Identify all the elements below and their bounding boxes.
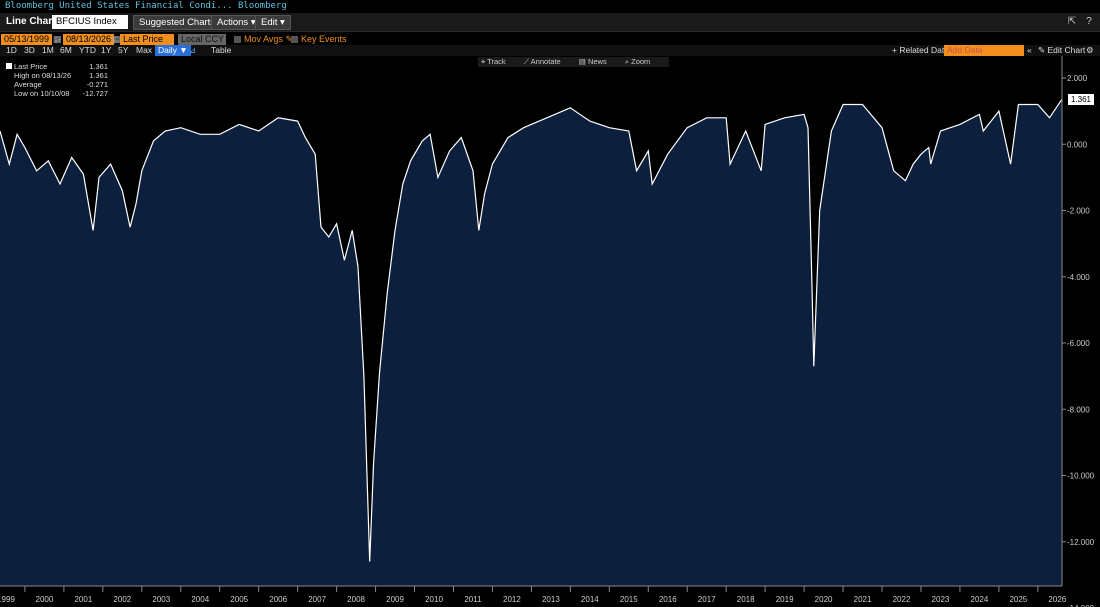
x-tick-label: 2005 xyxy=(230,595,248,604)
y-tick-label: -8.000 xyxy=(1067,405,1090,414)
x-tick-label: 2014 xyxy=(581,595,599,604)
period-1m[interactable]: 1M xyxy=(42,45,54,56)
window-title: Bloomberg United States Financial Condi.… xyxy=(5,1,287,11)
help-icon[interactable]: ? xyxy=(1083,16,1095,28)
legend-high: High on 08/13/26 1.361 xyxy=(14,71,108,80)
legend-last-price: Last Price 1.361 xyxy=(6,62,108,71)
x-tick-label: 2025 xyxy=(1009,595,1027,604)
x-tick-label: 2013 xyxy=(542,595,560,604)
annotate-tool[interactable]: ⟋ Annotate xyxy=(524,57,569,66)
y-tick-label: -10.000 xyxy=(1067,472,1095,481)
series-swatch xyxy=(6,63,12,69)
x-tick-label: 2024 xyxy=(971,595,989,604)
date-separator: - xyxy=(58,34,61,44)
x-tick-label: 2021 xyxy=(854,595,872,604)
end-date-field[interactable]: 08/13/2026 xyxy=(63,34,115,45)
x-tick-label: 2016 xyxy=(659,595,677,604)
x-tick-label: 2002 xyxy=(113,595,131,604)
x-tick-label: 2018 xyxy=(737,595,755,604)
x-tick-label: 1999 xyxy=(0,595,15,604)
legend-average: Average -0.271 xyxy=(14,80,108,89)
chart-area[interactable]: 2.000 0.000 -2.000 -4.000 -6.000 -8.000 -10.00… xyxy=(0,56,1100,607)
collapse-icon[interactable]: « xyxy=(1027,45,1032,56)
x-tick-label: 2012 xyxy=(503,595,521,604)
period-5y[interactable]: 5Y xyxy=(118,45,128,56)
y-tick-label: -12.000 xyxy=(1067,538,1095,547)
zoom-tool[interactable]: ⌕ Zoom xyxy=(625,57,658,66)
edit-button[interactable]: Edit ▾ xyxy=(255,15,291,30)
x-tick-label: 2015 xyxy=(620,595,638,604)
x-tick-label: 2022 xyxy=(893,595,911,604)
track-tool[interactable]: ⌖ Track xyxy=(481,57,514,66)
chart-legend: Last Price 1.361 High on 08/13/26 1.361 … xyxy=(6,62,108,98)
x-tick-label: 2000 xyxy=(36,595,54,604)
table-toggle[interactable]: Table xyxy=(211,45,231,56)
chart-tools-bar: ⌖ Track ⟋ Annotate ▤ News ⌕ Zoom xyxy=(478,57,670,67)
x-tick-label: 2003 xyxy=(152,595,170,604)
x-tick-label: 2007 xyxy=(308,595,326,604)
x-tick-label: 2020 xyxy=(815,595,833,604)
related-data-button[interactable]: + Related Dat xyxy=(892,45,944,56)
window-titlebar: Bloomberg United States Financial Condi.… xyxy=(0,0,1100,13)
news-tool[interactable]: ▤ News xyxy=(579,57,615,66)
y-tick-label: -6.000 xyxy=(1067,339,1090,348)
mov-avgs-toggle[interactable]: Mov Avgs ✎ xyxy=(234,34,293,45)
chart-type-label: Line Chart xyxy=(6,16,56,27)
x-tick-label: 2001 xyxy=(74,595,92,604)
x-tick-label: 2026 xyxy=(1048,595,1066,604)
x-tick-label: 2023 xyxy=(932,595,950,604)
x-tick-label: 2004 xyxy=(191,595,209,604)
last-value-tag: 1.361 xyxy=(1068,94,1094,105)
ticker-input[interactable]: BFCIUS Index xyxy=(52,15,128,29)
x-tick-label: 2019 xyxy=(776,595,794,604)
x-tick-label: 2011 xyxy=(464,595,482,604)
checkbox-icon xyxy=(234,36,241,44)
line-chart[interactable]: 2.000 0.000 -2.000 -4.000 -6.000 -8.000 -10.00… xyxy=(0,56,1100,607)
range-toolbar: 05/13/1999 ▦ - 08/13/2026 ▦ Last Price L… xyxy=(0,34,1100,45)
frequency-select[interactable]: Daily ▼ xyxy=(155,45,191,56)
y-tick-label: 0.000 xyxy=(1067,140,1088,149)
period-ytd[interactable]: YTD xyxy=(79,45,96,56)
y-tick-label: 2.000 xyxy=(1067,74,1088,83)
period-6m[interactable]: 6M xyxy=(60,45,72,56)
checkbox-icon xyxy=(291,36,298,44)
period-max[interactable]: Max xyxy=(136,45,152,56)
y-tick-label: -2.000 xyxy=(1067,207,1090,216)
x-tick-label: 2010 xyxy=(425,595,443,604)
add-data-input[interactable]: Add Data xyxy=(944,45,1024,56)
chart-icon[interactable]: ⊿ xyxy=(189,45,196,56)
x-tick-label: 2017 xyxy=(698,595,716,604)
start-date-field[interactable]: 05/13/1999 xyxy=(1,34,53,45)
period-1d[interactable]: 1D xyxy=(6,45,17,56)
field-select[interactable]: Last Price xyxy=(120,34,174,45)
gear-icon[interactable]: ⚙ xyxy=(1086,45,1094,56)
key-events-toggle[interactable]: Key Events xyxy=(291,34,347,45)
edit-chart-button[interactable]: ✎ Edit Chart xyxy=(1038,45,1085,56)
currency-select[interactable]: Local CCY xyxy=(178,34,226,45)
x-tick-label: 2006 xyxy=(269,595,287,604)
legend-low: Low on 10/10/08 -12.727 xyxy=(14,89,108,98)
period-toolbar: 1D 3D 1M 6M YTD 1Y 5Y Max Daily ▼ ⊿ Tabl… xyxy=(0,45,1100,56)
x-tick-label: 2008 xyxy=(347,595,365,604)
x-tick-label: 2009 xyxy=(386,595,404,604)
main-toolbar: Line Chart BFCIUS Index Suggested Charts… xyxy=(0,13,1100,32)
y-tick-label: -4.000 xyxy=(1067,273,1090,282)
actions-button[interactable]: Actions ▾ xyxy=(211,15,262,30)
period-1y[interactable]: 1Y xyxy=(101,45,111,56)
expand-icon[interactable]: ⇱ xyxy=(1066,16,1078,28)
period-3d[interactable]: 3D xyxy=(24,45,35,56)
